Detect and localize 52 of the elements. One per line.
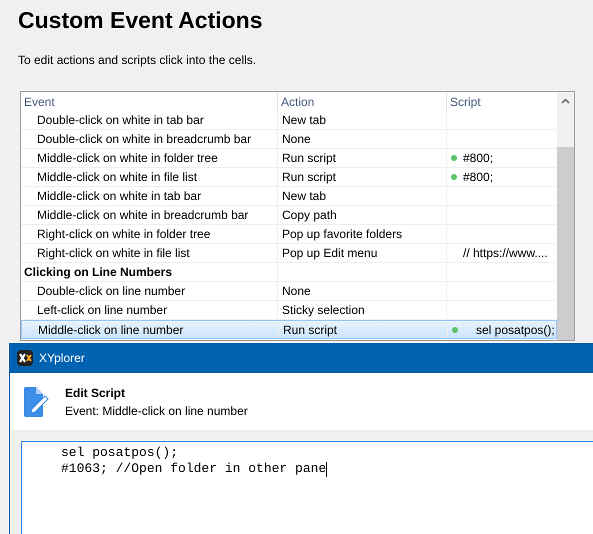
action-cell-text: Run script	[283, 322, 338, 338]
action-cell-text: None	[282, 131, 311, 148]
event-cell-text: Middle-click on white in folder tree	[37, 150, 218, 167]
action-cell-text: Pop up Edit menu	[282, 245, 378, 262]
action-cell-text: New tab	[282, 112, 326, 129]
script-cell-text: sel posatpos();	[475, 322, 555, 338]
group-heading: Clicking on Line Numbers	[24, 264, 172, 281]
column-header[interactable]: Action	[278, 92, 447, 111]
scroll-up-icon[interactable]	[561, 98, 570, 104]
event-cell-text: Double-click on line number	[37, 283, 186, 300]
action-cell-text: Run script	[282, 150, 336, 167]
page-title: Custom Event Actions	[18, 6, 264, 35]
dialog-subheading: Event: Middle-click on line number	[65, 402, 248, 420]
script-cell-text: #800;	[463, 169, 494, 186]
scrollbar[interactable]	[557, 92, 574, 340]
event-cell-text: Left-click on line number	[37, 302, 168, 319]
event-row[interactable]: Right-click on white in file list Pop up Edit menu // https://www....	[21, 244, 557, 263]
dialog-title: XYplorer	[39, 350, 85, 367]
edit-document-icon	[23, 386, 50, 416]
event-row[interactable]: Middle-click on white in tab bar New tab	[21, 187, 557, 206]
event-row[interactable]: Double-click on line number None	[21, 282, 557, 301]
event-row[interactable]: Middle-click on white in file list Run script #800;	[21, 168, 557, 187]
script-editor[interactable]: sel posatpos(); #1063; //Open folder in other pane	[21, 441, 593, 534]
action-cell-text: Run script	[282, 169, 336, 186]
action-cell-text: None	[282, 283, 311, 300]
event-cell-text: Middle-click on white in breadcrumb bar	[37, 207, 248, 224]
action-cell-text: New tab	[282, 188, 326, 205]
event-cell-text: Double-click on white in breadcrumb bar	[37, 131, 252, 148]
event-row[interactable]: Double-click on white in breadcrumb bar None	[21, 130, 557, 149]
column-header[interactable]: Event	[21, 92, 278, 111]
event-cell-text: Middle-click on line number	[38, 322, 184, 338]
event-row[interactable]: Middle-click on white in folder tree Run script #800;	[21, 149, 557, 168]
event-cell-text: Right-click on white in folder tree	[37, 226, 210, 243]
action-cell-text: Pop up favorite folders	[282, 226, 402, 243]
action-cell-text: Copy path	[282, 207, 337, 224]
script-cell-text: // https://www....	[463, 245, 548, 262]
action-cell-text: Sticky selection	[282, 302, 365, 319]
event-row[interactable]: Double-click on white in tab bar New tab	[21, 111, 557, 130]
script-cell-text: #800;	[463, 150, 494, 167]
event-cell-text: Right-click on white in file list	[37, 245, 190, 262]
event-cell-text: Middle-click on white in tab bar	[37, 188, 202, 205]
event-row[interactable]: Middle-click on white in breadcrumb bar Copy path	[21, 206, 557, 225]
instructions-text: To edit actions and scripts click into the cells.	[18, 52, 258, 69]
text-cursor	[326, 462, 328, 476]
column-header[interactable]: Script	[447, 92, 557, 111]
dialog-heading: Edit Script	[65, 384, 126, 402]
event-cell-text: Double-click on white in tab bar	[37, 112, 204, 129]
event-row[interactable]: Middle-click on line number Run script sel posatpos();	[21, 320, 557, 339]
event-row[interactable]: Right-click on white in folder tree Pop up favorite folders	[21, 225, 557, 244]
app-logo-icon	[17, 350, 33, 366]
scroll-thumb[interactable]	[557, 147, 574, 340]
event-cell-text: Middle-click on white in file list	[37, 169, 198, 186]
